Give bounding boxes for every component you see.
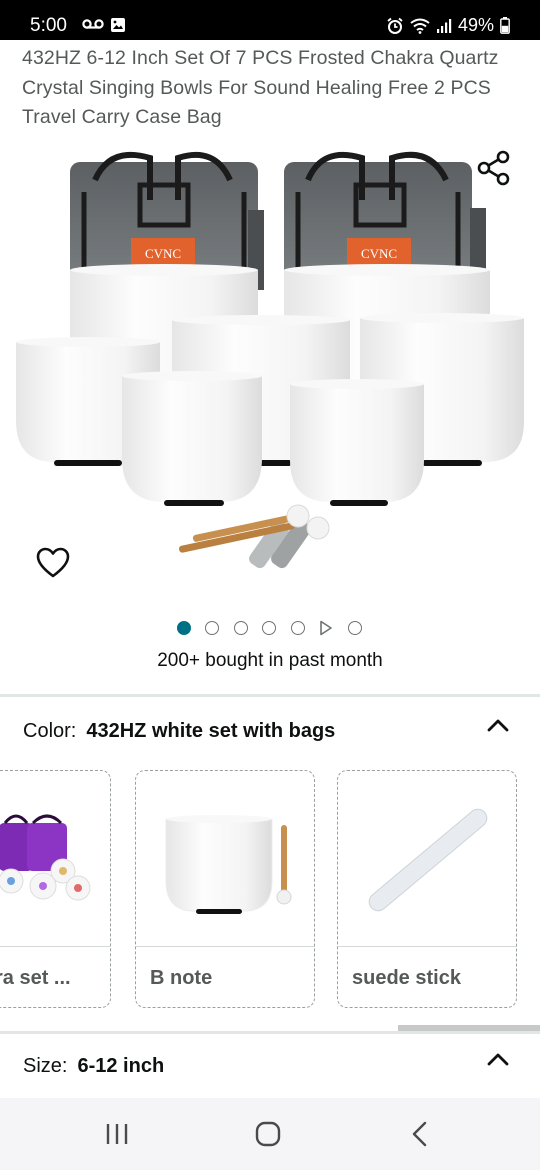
color-option-chakra-set[interactable]: ra set ... [0, 770, 111, 1008]
size-value: 6-12 inch [77, 1055, 165, 1077]
color-value: 432HZ white set with bags [86, 720, 336, 742]
carousel-dot-4[interactable] [262, 621, 276, 635]
battery-percent: 49% [457, 15, 494, 35]
carousel-indicator[interactable] [0, 618, 540, 638]
color-option-label: ra set ... [0, 967, 71, 989]
color-option-label: suede stick [352, 967, 461, 989]
heart-icon[interactable] [34, 544, 72, 582]
recent-apps-icon[interactable] [97, 1118, 137, 1150]
b-note-bowl-thumbnail [165, 815, 292, 914]
voicemail-icon [82, 19, 104, 29]
brand-label-right: CVNC [361, 246, 397, 261]
status-time: 5:00 [30, 15, 67, 36]
mallets-and-sticks [179, 504, 330, 569]
color-option-label: B note [150, 967, 213, 989]
color-label: Color: [23, 720, 77, 742]
status-bar: 5:00 49% [0, 0, 540, 40]
size-row[interactable]: Size: 6-12 inch [23, 1055, 164, 1078]
share-icon[interactable] [474, 148, 514, 188]
home-icon[interactable] [248, 1118, 288, 1150]
carousel-dot-2[interactable] [205, 621, 219, 635]
bowl-front-right [290, 379, 424, 506]
battery-icon [500, 17, 510, 34]
chevron-up-icon[interactable] [485, 716, 511, 734]
section-divider [0, 694, 540, 697]
suede-stick-thumbnail [368, 808, 488, 912]
chevron-up-icon[interactable] [485, 1050, 511, 1068]
carousel-dot-5[interactable] [291, 621, 305, 635]
color-row[interactable]: Color: 432HZ white set with bags [23, 720, 335, 743]
bought-count: 200+ bought in past month [157, 650, 383, 671]
chakra-set-thumbnail [0, 814, 91, 901]
product-image[interactable]: CVNC CVNC [0, 140, 540, 600]
image-icon [111, 18, 125, 32]
bowl-front-left [122, 371, 262, 506]
brand-label-left: CVNC [145, 246, 181, 261]
back-icon[interactable] [400, 1118, 440, 1150]
color-option-suede-stick[interactable]: suede stick [337, 770, 517, 1008]
video-play-icon[interactable] [319, 620, 333, 636]
carousel-dot-7[interactable] [348, 621, 362, 635]
size-label: Size: [23, 1055, 68, 1077]
color-option-b-note[interactable]: B note [135, 770, 315, 1008]
product-title[interactable]: 432HZ 6-12 Inch Set Of 7 PCS Frosted Cha… [22, 44, 522, 133]
section-divider [0, 1031, 540, 1034]
wifi-icon [410, 18, 430, 34]
navigation-bar [0, 1098, 540, 1170]
alarm-icon [387, 17, 403, 34]
carousel-dot-1[interactable] [177, 621, 191, 635]
signal-icon [436, 18, 452, 33]
carousel-dot-3[interactable] [234, 621, 248, 635]
